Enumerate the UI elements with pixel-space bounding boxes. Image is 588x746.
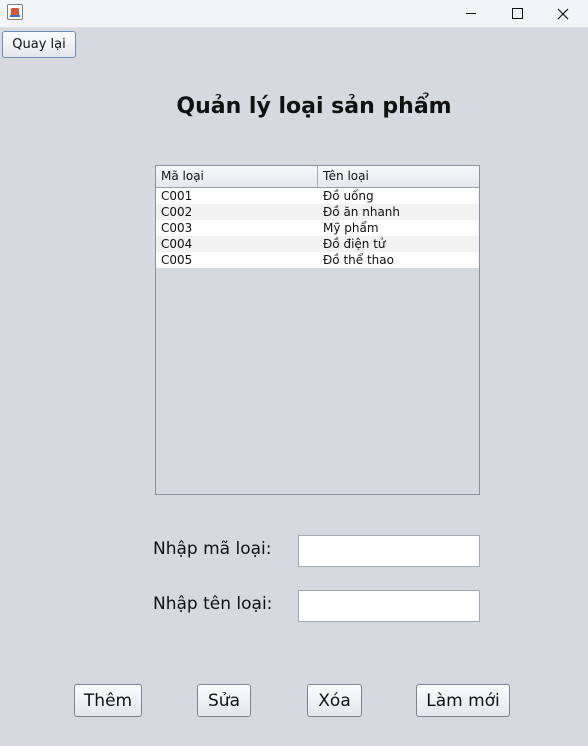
code-input[interactable] <box>298 535 480 567</box>
page-title: Quản lý loại sản phẩm <box>176 94 452 119</box>
close-icon <box>557 8 569 19</box>
minimize-icon <box>466 13 476 14</box>
code-label: Nhập mã loại: <box>153 539 272 559</box>
column-header-code[interactable]: Mã loại <box>156 166 318 187</box>
delete-button[interactable]: Xóa <box>307 684 362 717</box>
table-row[interactable]: C004 Đồ điện tử <box>156 236 479 252</box>
name-input[interactable] <box>298 590 480 622</box>
title-bar <box>0 0 588 28</box>
back-button[interactable]: Quay lại <box>2 31 76 58</box>
cell-code: C003 <box>161 221 193 235</box>
cell-name: Đồ ăn nhanh <box>323 205 401 219</box>
edit-button[interactable]: Sửa <box>197 684 251 717</box>
category-table[interactable]: Mã loại Tên loại C001 Đồ uống C002 Đồ ăn nh… <box>155 165 480 495</box>
table-row[interactable]: C005 Đồ thể thao <box>156 252 479 268</box>
name-label: Nhập tên loại: <box>153 594 273 614</box>
cell-code: C004 <box>161 237 193 251</box>
java-icon <box>7 4 23 20</box>
refresh-button[interactable]: Làm mới <box>416 684 510 717</box>
table-header: Mã loại Tên loại <box>156 166 479 188</box>
table-row[interactable]: C002 Đồ ăn nhanh <box>156 204 479 220</box>
cell-code: C005 <box>161 253 193 267</box>
table-row[interactable]: C003 Mỹ phẩm <box>156 220 479 236</box>
column-header-name[interactable]: Tên loại <box>318 166 479 187</box>
minimize-button[interactable] <box>448 0 494 27</box>
table-row[interactable]: C001 Đồ uống <box>156 188 479 204</box>
maximize-icon <box>511 8 523 19</box>
cell-code: C001 <box>161 189 193 203</box>
close-button[interactable] <box>540 0 586 27</box>
cell-name: Đồ điện tử <box>323 237 386 251</box>
cell-name: Đồ thể thao <box>323 253 394 267</box>
maximize-button[interactable] <box>494 0 540 27</box>
cell-code: C002 <box>161 205 193 219</box>
add-button[interactable]: Thêm <box>74 684 142 717</box>
cell-name: Mỹ phẩm <box>323 221 379 235</box>
cell-name: Đồ uống <box>323 189 374 203</box>
